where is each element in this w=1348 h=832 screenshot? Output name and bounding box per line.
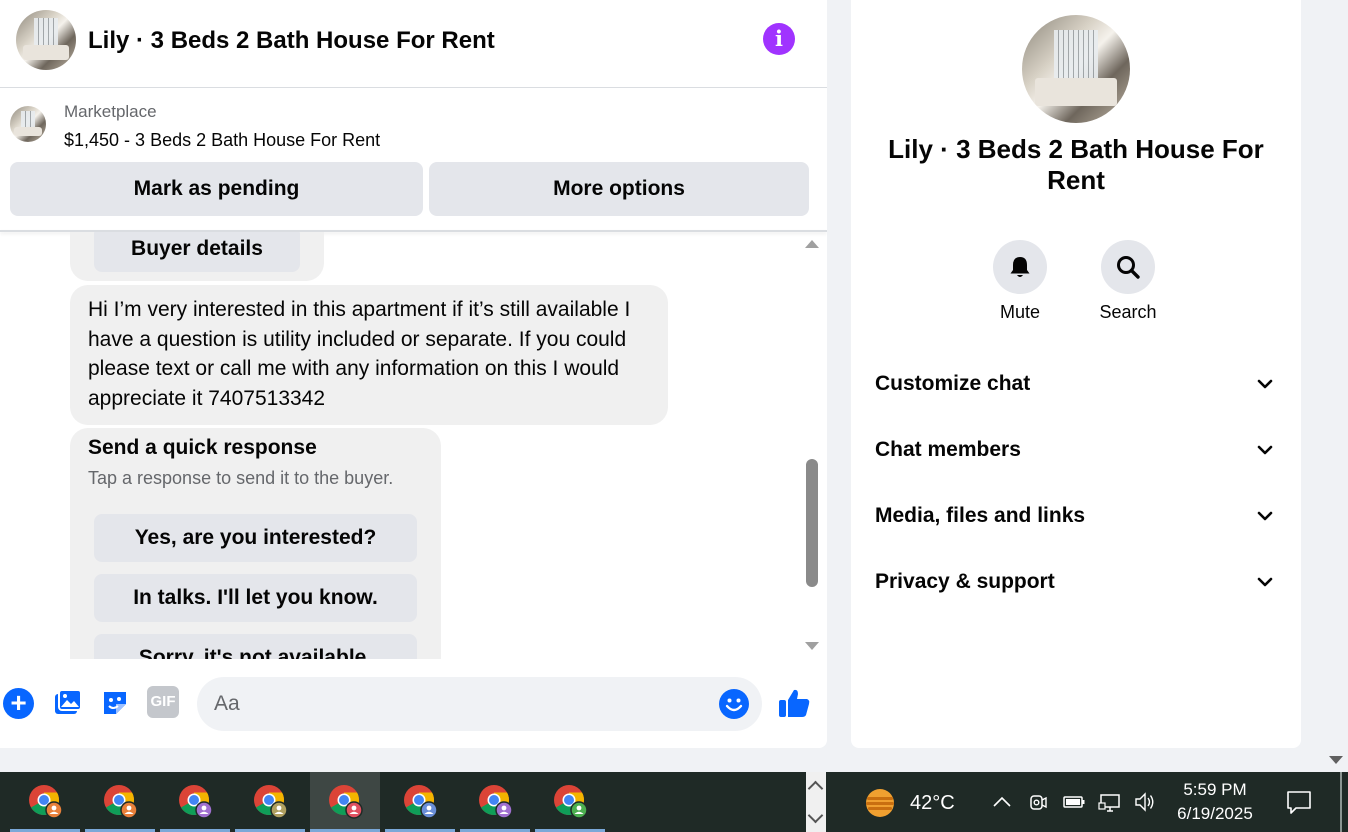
chrome-icon xyxy=(329,785,363,819)
listing-thumbnail[interactable] xyxy=(10,106,46,142)
page-scroll-down-icon[interactable] xyxy=(1329,756,1343,764)
buyer-details-bubble: Buyer details xyxy=(70,232,324,281)
composer: + GIF Aa xyxy=(0,670,827,740)
message-list[interactable]: Buyer details Hi I’m very interested in … xyxy=(0,232,800,659)
listing-title[interactable]: $1,450 - 3 Beds 2 Bath House For Rent xyxy=(64,130,380,151)
chat-header: Lily · 3 Beds 2 Bath House For Rent i xyxy=(0,0,827,88)
thumbs-up-icon[interactable] xyxy=(776,685,812,721)
chrome-icon xyxy=(179,785,213,819)
chrome-icon xyxy=(404,785,438,819)
chevron-down-icon xyxy=(1257,577,1273,587)
search-label: Search xyxy=(1099,302,1157,322)
chrome-icon xyxy=(254,785,288,819)
buyer-details-button[interactable]: Buyer details xyxy=(94,232,300,272)
mark-as-pending-button[interactable]: Mark as pending xyxy=(10,162,423,216)
section-chat-members[interactable]: Chat members xyxy=(875,430,1275,470)
section-label: Privacy & support xyxy=(875,570,1055,593)
message-scrollbar[interactable] xyxy=(802,236,822,658)
chevron-up-icon[interactable] xyxy=(807,780,824,797)
section-privacy-support[interactable]: Privacy & support xyxy=(875,562,1275,602)
info-icon[interactable]: i xyxy=(763,23,795,55)
search-icon xyxy=(1117,256,1140,279)
quick-response-title: Send a quick response xyxy=(88,436,317,459)
quick-response-bubble: Send a quick response Tap a response to … xyxy=(70,428,441,659)
system-tray: 42°C 5:59 PM 6/19/2025 xyxy=(828,772,1348,832)
quick-response-option[interactable]: In talks. I'll let you know. xyxy=(94,574,417,622)
search-button[interactable]: Search xyxy=(1093,240,1163,323)
section-customize-chat[interactable]: Customize chat xyxy=(875,364,1275,404)
clock-time: 5:59 PM xyxy=(1183,780,1247,799)
chat-panel: Lily · 3 Beds 2 Bath House For Rent i Ma… xyxy=(0,0,827,748)
quick-response-option[interactable]: Sorry, it's not available. xyxy=(94,634,417,659)
chrome-profile-8-taskbar-button[interactable] xyxy=(535,772,605,832)
mute-button[interactable]: Mute xyxy=(985,240,1055,323)
details-title: Lily · 3 Beds 2 Bath House For Rent xyxy=(888,134,1264,195)
taskbar-scroll[interactable] xyxy=(806,772,826,832)
chrome-profile-5-taskbar-button[interactable] xyxy=(310,772,380,832)
chrome-icon xyxy=(104,785,138,819)
chevron-down-icon[interactable] xyxy=(807,807,824,824)
weather-haze-icon[interactable] xyxy=(864,787,896,819)
listing-source: Marketplace xyxy=(64,102,157,121)
chevron-down-icon xyxy=(1257,511,1273,521)
plus-icon[interactable]: + xyxy=(3,688,34,719)
quick-response-option[interactable]: Yes, are you interested? xyxy=(94,514,417,562)
chrome-profile-1-taskbar-button[interactable] xyxy=(10,772,80,832)
scroll-down-arrow-icon[interactable] xyxy=(805,642,819,650)
battery-icon[interactable] xyxy=(1062,790,1086,814)
photo-icon[interactable] xyxy=(51,686,83,718)
mute-label: Mute xyxy=(999,302,1041,322)
chrome-icon xyxy=(554,785,588,819)
chevron-up-icon[interactable] xyxy=(990,790,1014,814)
chrome-profile-7-taskbar-button[interactable] xyxy=(460,772,530,832)
clock[interactable]: 5:59 PM 6/19/2025 xyxy=(1160,778,1270,826)
chrome-icon xyxy=(29,785,63,819)
chevron-down-icon xyxy=(1257,445,1273,455)
conversation-avatar[interactable] xyxy=(16,10,76,70)
section-media-files-links[interactable]: Media, files and links xyxy=(875,496,1275,536)
chrome-icon xyxy=(479,785,513,819)
show-desktop-button[interactable] xyxy=(1340,772,1342,832)
chevron-down-icon xyxy=(1257,379,1273,389)
details-avatar[interactable] xyxy=(1022,15,1130,123)
quick-response-subtitle: Tap a response to send it to the buyer. xyxy=(88,468,394,488)
bell-icon xyxy=(1010,257,1030,277)
scroll-up-arrow-icon[interactable] xyxy=(805,240,819,248)
volume-icon[interactable] xyxy=(1133,790,1157,814)
clock-date: 6/19/2025 xyxy=(1177,804,1253,823)
camera-icon[interactable] xyxy=(1026,790,1050,814)
emoji-icon[interactable] xyxy=(719,689,749,719)
temperature[interactable]: 42°C xyxy=(910,792,955,815)
chrome-profile-4-taskbar-button[interactable] xyxy=(235,772,305,832)
notification-center-icon[interactable] xyxy=(1286,789,1312,815)
section-label: Media, files and links xyxy=(875,504,1086,527)
chrome-profile-6-taskbar-button[interactable] xyxy=(385,772,455,832)
gif-icon[interactable]: GIF xyxy=(147,686,179,718)
chrome-profile-2-taskbar-button[interactable] xyxy=(85,772,155,832)
chrome-profile-3-taskbar-button[interactable] xyxy=(160,772,230,832)
section-label: Customize chat xyxy=(875,372,1031,395)
section-label: Chat members xyxy=(875,438,1021,461)
message-input[interactable]: Aa xyxy=(197,677,762,731)
network-icon[interactable] xyxy=(1098,790,1122,814)
scroll-thumb[interactable] xyxy=(806,459,818,587)
more-options-button[interactable]: More options xyxy=(429,162,809,216)
details-panel: Lily · 3 Beds 2 Bath House For Rent Mute… xyxy=(851,0,1301,748)
buyer-message-bubble: Hi I’m very interested in this apartment… xyxy=(70,285,668,425)
sticker-icon[interactable] xyxy=(99,686,131,718)
taskbar: 42°C 5:59 PM 6/19/2025 xyxy=(0,772,1348,832)
conversation-title[interactable]: Lily · 3 Beds 2 Bath House For Rent xyxy=(88,27,495,55)
